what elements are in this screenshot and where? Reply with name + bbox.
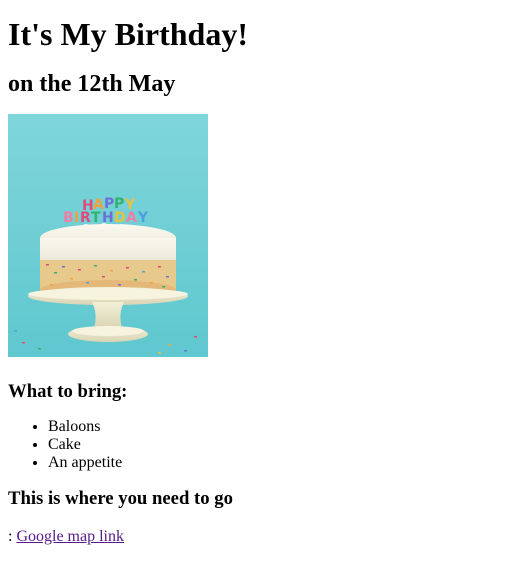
svg-text:B: B <box>63 210 74 226</box>
bring-list: Baloons Cake An appetite <box>8 418 499 472</box>
list-item: Cake <box>48 436 499 454</box>
svg-text:A: A <box>126 210 137 226</box>
svg-text:R: R <box>80 210 91 226</box>
list-item: Baloons <box>48 418 499 436</box>
svg-text:Y: Y <box>137 210 149 226</box>
list-item: An appetite <box>48 454 499 472</box>
map-paragraph: : Google map link <box>8 528 499 546</box>
location-heading: This is where you need to go <box>8 488 233 509</box>
google-map-link[interactable]: Google map link <box>16 528 124 545</box>
svg-text:D: D <box>114 210 126 226</box>
page-title: It's My Birthday! <box>8 16 248 52</box>
page-subtitle: on the 12th May <box>8 71 176 97</box>
map-prefix: : <box>8 528 13 545</box>
svg-text:I: I <box>74 210 79 226</box>
svg-text:T: T <box>91 210 101 226</box>
birthday-cake-image: H A P P Y B I R T H D A Y <box>8 114 208 357</box>
what-to-bring-heading: What to bring: <box>8 381 128 402</box>
